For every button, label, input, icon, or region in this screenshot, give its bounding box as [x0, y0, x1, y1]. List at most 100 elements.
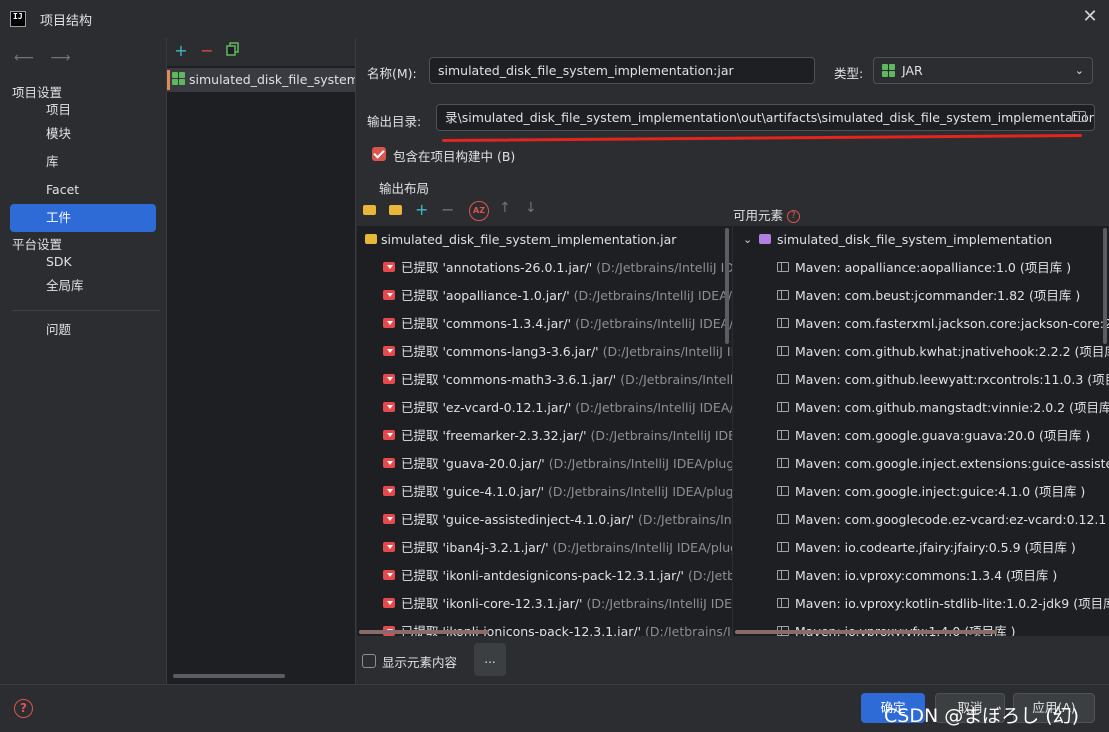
extracted-row[interactable]: 已提取 'freemarker-2.3.32.jar/' (D:/Jetbrai… — [357, 422, 732, 450]
extracted-archive-icon — [383, 318, 395, 328]
library-name: Maven: com.fasterxml.jackson.core:jackso… — [795, 316, 1109, 331]
available-library-row[interactable]: Maven: io.codearte.jfairy:jfairy:0.5.9 (… — [733, 534, 1103, 562]
remove-element-icon[interactable]: − — [441, 200, 454, 219]
watermark: CSDN @まぼろし (幻) — [884, 705, 1080, 727]
available-library-row[interactable]: Maven: com.github.mangstadt:vinnie:2.0.2… — [733, 394, 1109, 422]
sidebar-item-problems[interactable]: 问题 — [10, 316, 156, 344]
extracted-archive-icon — [383, 542, 395, 552]
available-elements-title: 可用元素 ? — [733, 205, 800, 224]
add-icon[interactable]: + — [172, 42, 190, 60]
extracted-row[interactable]: 已提取 'ikonli-core-12.3.1.jar/' (D:/Jetbra… — [357, 590, 732, 618]
extracted-row[interactable]: 已提取 'commons-lang3-3.6.jar/' (D:/Jetbrai… — [357, 338, 732, 366]
horizontal-scrollbar[interactable] — [173, 674, 285, 678]
extracted-path: (D:/Jetbrains/IntelliJ IDEA/plugins — [552, 540, 732, 555]
available-library-row[interactable]: Maven: io.vproxy:commons:1.3.4 (项目库 ) — [733, 562, 1103, 590]
available-library-row[interactable]: Maven: com.google.inject.extensions:guic… — [733, 450, 1109, 478]
add-element-icon[interactable]: + — [415, 200, 428, 219]
type-select[interactable]: JAR ⌄ — [873, 57, 1093, 84]
extracted-archive-icon — [383, 374, 395, 384]
extracted-row[interactable]: 已提取 'guice-4.1.0.jar/' (D:/Jetbrains/Int… — [357, 478, 732, 506]
new-folder-icon[interactable] — [363, 205, 376, 215]
sidebar-divider — [12, 310, 160, 311]
extracted-row[interactable]: 已提取 'ikonli-antdesignicons-pack-12.3.1.j… — [357, 562, 732, 590]
right-horizontal-scrollbar[interactable] — [735, 630, 997, 634]
type-value: JAR — [902, 63, 923, 78]
folder-icon[interactable] — [1072, 111, 1086, 122]
move-up-icon[interactable]: ↑ — [499, 200, 511, 216]
available-library-row[interactable]: Maven: com.github.leewyatt:rxcontrols:11… — [733, 366, 1109, 394]
more-button[interactable]: ... — [474, 643, 506, 676]
available-library-row[interactable]: Maven: com.github.kwhat:jnativehook:2.2.… — [733, 338, 1109, 366]
root-jar-label: simulated_disk_file_system_implementatio… — [381, 232, 677, 247]
type-label: 类型: — [834, 66, 864, 81]
extracted-path: (D:/Jetbrains/IntelliJ IDEA/plug — [575, 400, 732, 415]
chevron-down-icon: ⌄ — [1074, 64, 1084, 77]
available-library-row[interactable]: Maven: com.google.guava:guava:20.0 (项目库 … — [733, 422, 1103, 450]
available-library-row[interactable]: Maven: com.fasterxml.jackson.core:jackso… — [733, 310, 1109, 338]
chevron-down-icon[interactable]: ⌄ — [743, 226, 752, 254]
library-icon — [777, 402, 789, 412]
module-icon — [759, 234, 771, 244]
library-icon — [777, 262, 789, 272]
library-name: Maven: com.googlecode.ez-vcard:ez-vcard:… — [795, 512, 1107, 527]
sidebar-item-libraries[interactable]: 库 — [10, 148, 156, 176]
artifact-list-item[interactable]: simulated_disk_file_system_ — [167, 68, 355, 92]
output-layout-tree: simulated_disk_file_system_implementatio… — [357, 226, 732, 636]
root-jar-row[interactable]: simulated_disk_file_system_implementatio… — [357, 226, 732, 254]
artifacts-list-panel: + − simulated_disk_file_system_ — [166, 38, 356, 684]
left-horizontal-scrollbar[interactable] — [359, 630, 489, 634]
available-elements-label: 可用元素 — [733, 208, 784, 223]
available-library-row[interactable]: Maven: com.beust:jcommander:1.82 (项目库 ) — [733, 282, 1103, 310]
sidebar-item-artifacts[interactable]: 工件 — [10, 204, 156, 232]
library-name: Maven: com.google.guava:guava:20.0 — [795, 428, 1036, 443]
sort-icon[interactable]: AZ — [469, 201, 489, 221]
extracted-row[interactable]: 已提取 'commons-math3-3.6.1.jar/' (D:/Jetbr… — [357, 366, 732, 394]
selection-marker — [167, 70, 170, 90]
back-arrow-icon[interactable]: ⟵ — [14, 50, 34, 66]
jar-type-icon — [882, 64, 896, 78]
copy-icon[interactable] — [224, 42, 242, 60]
library-name: Maven: com.github.mangstadt:vinnie:2.0.2 — [795, 400, 1066, 415]
available-library-row[interactable]: Maven: aopalliance:aopalliance:1.0 (项目库 … — [733, 254, 1103, 282]
module-root-row[interactable]: ⌄ simulated_disk_file_system_implementat… — [733, 226, 1109, 254]
sidebar-item-global-libraries[interactable]: 全局库 — [10, 272, 156, 300]
extracted-row[interactable]: 已提取 'ez-vcard-0.12.1.jar/' (D:/Jetbrains… — [357, 394, 732, 422]
extracted-row[interactable]: 已提取 'aopalliance-1.0.jar/' (D:/Jetbrains… — [357, 282, 732, 310]
library-name: Maven: io.codearte.jfairy:jfairy:0.5.9 — [795, 540, 1021, 555]
layout-toolbar: + − AZ ↑ ↓ — [357, 198, 727, 224]
available-library-row[interactable]: Maven: com.googlecode.ez-vcard:ez-vcard:… — [733, 506, 1107, 534]
extracted-row[interactable]: 已提取 'annotations-26.0.1.jar/' (D:/Jetbra… — [357, 254, 732, 282]
extracted-archive-icon — [383, 458, 395, 468]
sidebar-item-facets[interactable]: Facet — [10, 176, 156, 204]
sidebar-item-modules[interactable]: 模块 — [10, 120, 156, 148]
extracted-archive-icon — [383, 514, 395, 524]
vertical-scrollbar[interactable] — [725, 228, 729, 344]
include-in-build-checkbox[interactable] — [372, 147, 386, 161]
library-name: Maven: aopalliance:aopalliance:1.0 — [795, 260, 1016, 275]
forward-arrow-icon[interactable]: ⟶ — [51, 50, 71, 66]
close-icon[interactable]: ✕ — [1081, 8, 1099, 26]
extracted-row[interactable]: 已提取 'guice-assistedinject-4.1.0.jar/' (D… — [357, 506, 732, 534]
output-dir-input[interactable]: 录\simulated_disk_file_system_implementat… — [436, 104, 1095, 131]
vertical-scrollbar[interactable] — [1103, 228, 1107, 344]
name-input[interactable]: simulated_disk_file_system_implementatio… — [429, 57, 815, 84]
help-icon[interactable]: ? — [787, 210, 800, 223]
new-archive-icon[interactable] — [389, 205, 402, 215]
extracted-name: 已提取 'commons-math3-3.6.1.jar/' — [401, 372, 617, 387]
available-library-row[interactable]: Maven: io.vproxy:kotlin-stdlib-lite:1.0.… — [733, 590, 1109, 618]
library-tag: (项目库 ) — [1006, 568, 1058, 583]
available-elements-tree: ⌄ simulated_disk_file_system_implementat… — [733, 226, 1109, 636]
extracted-archive-icon — [383, 570, 395, 580]
library-tag: (项目库 ) — [1034, 484, 1086, 499]
move-down-icon[interactable]: ↓ — [525, 200, 537, 216]
extracted-row[interactable]: 已提取 'commons-1.3.4.jar/' (D:/Jetbrains/I… — [357, 310, 732, 338]
available-library-row[interactable]: Maven: com.google.inject:guice:4.1.0 (项目… — [733, 478, 1103, 506]
extracted-path: (D:/Jetbrain — [687, 568, 732, 583]
library-tag: (项目库 ) — [1074, 344, 1109, 359]
extracted-row[interactable]: 已提取 'guava-20.0.jar/' (D:/Jetbrains/Inte… — [357, 450, 732, 478]
help-icon[interactable]: ? — [14, 699, 33, 718]
remove-icon[interactable]: − — [198, 42, 216, 60]
show-contents-checkbox[interactable] — [362, 654, 376, 668]
artifact-label: simulated_disk_file_system_ — [189, 72, 355, 87]
extracted-row[interactable]: 已提取 'iban4j-3.2.1.jar/' (D:/Jetbrains/In… — [357, 534, 732, 562]
